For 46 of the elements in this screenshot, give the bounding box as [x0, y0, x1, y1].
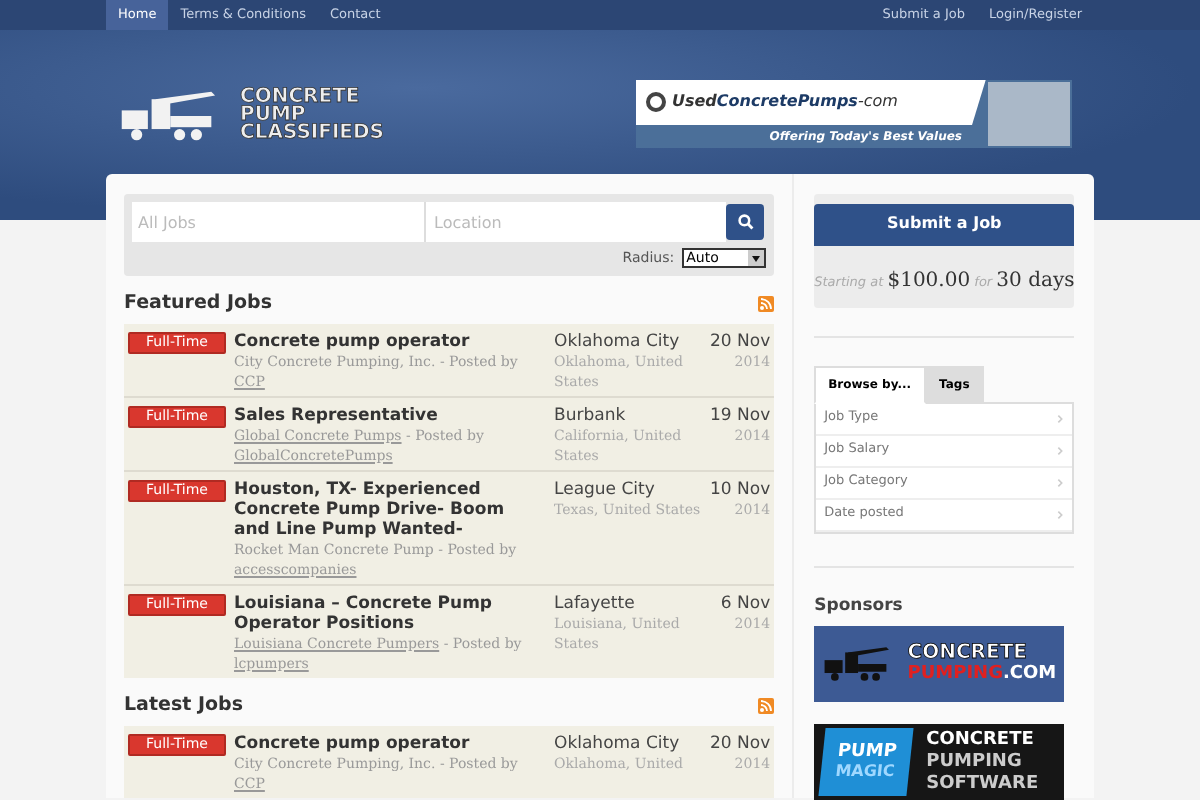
pump-magic-text: PUMP: [836, 744, 898, 763]
section-heading: Featured Jobs: [124, 289, 273, 317]
sponsor-text: CONCRETE: [907, 644, 1027, 665]
job-city: Oklahoma City: [554, 734, 682, 754]
ad-brand: UsedConcretePumps-com: [672, 90, 898, 114]
dropdown-arrow-icon: [748, 250, 765, 267]
job-title-link[interactable]: Sales Representative: [234, 405, 538, 426]
rss-feed-icon[interactable]: [758, 697, 775, 714]
job-city: League City: [554, 479, 657, 500]
chevron-right-icon: [1056, 509, 1065, 519]
section-heading: Latest Jobs: [124, 691, 243, 720]
search-button[interactable]: [726, 204, 765, 240]
sponsors-heading: Sponsors: [814, 593, 905, 619]
job-date: 19 Nov: [710, 405, 771, 426]
rss-feed-icon[interactable]: [758, 295, 775, 312]
job-city: Lafayette: [554, 593, 637, 614]
sponsor-banner[interactable]: PUMP MAGIC CONCRETE PUMPING SOFTWARE: [814, 724, 1065, 800]
job-title-link[interactable]: Concrete pump operator: [234, 734, 538, 754]
job-date: 6 Nov: [718, 593, 771, 614]
chevron-right-icon: [1056, 413, 1065, 423]
logo-text: PUMP: [240, 106, 306, 124]
job-city: Oklahoma City: [554, 331, 682, 352]
job-title-link[interactable]: Concrete pump operator: [234, 331, 538, 352]
job-title-link[interactable]: Louisiana – Concrete Pump Operator Positions: [234, 593, 538, 634]
sponsor-text: SOFTWARE: [926, 773, 1039, 796]
sponsor-text: CONCRETE: [926, 729, 1036, 752]
job-date: 10 Nov: [710, 479, 771, 500]
pump-truck-photo-placeholder: [988, 81, 1070, 145]
logo-text: CLASSIFIEDS: [240, 124, 385, 142]
location-field[interactable]: Location: [426, 202, 718, 242]
circle-logo-icon: [646, 92, 666, 112]
sponsor-banner[interactable]: CONCRETE PUMPING.COM: [814, 626, 1065, 703]
sponsor-text: PUMPING.COM: [907, 664, 1057, 685]
logo-text: CONCRETE: [240, 88, 362, 106]
sponsor-text: PUMPING: [926, 751, 1024, 774]
job-city: Burbank: [554, 405, 628, 426]
keywords-field[interactable]: All Jobs: [132, 202, 426, 242]
job-date: 20 Nov: [710, 734, 771, 754]
pump-magic-text: MAGIC: [834, 762, 896, 781]
site-logo[interactable]: CONCRETE PUMP CLASSIFIEDS: [116, 87, 385, 143]
submit-job-button[interactable]: Submit a Job: [814, 203, 1075, 245]
chevron-right-icon: [1056, 445, 1065, 455]
job-title-link[interactable]: Houston, TX- Experienced Concrete Pump Drive- Boom and Line Pump Wanted-: [234, 479, 538, 540]
job-date: 20 Nov: [710, 331, 771, 352]
chevron-right-icon: [1056, 477, 1065, 487]
search-icon: [737, 214, 754, 230]
